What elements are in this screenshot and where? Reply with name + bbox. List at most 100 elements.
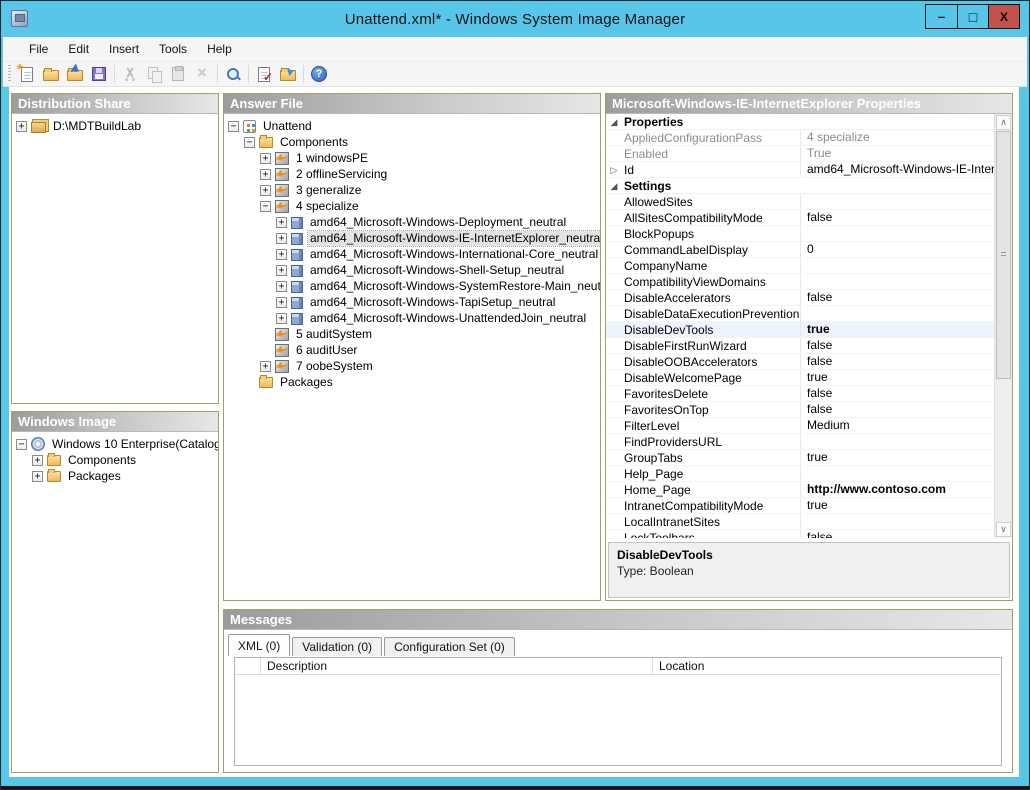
tree-item-label[interactable]: 3 generalize [294,183,363,198]
property-value[interactable] [800,274,994,289]
property-row-favoritesontop[interactable]: FavoritesOnTopfalse [606,402,994,418]
expand-plus-icon[interactable]: + [276,313,287,324]
tree-item-label[interactable]: amd64_Microsoft-Windows-TapiSetup_neutra… [308,295,557,310]
property-value[interactable] [800,258,994,273]
tree-item-amd64-microsoft-windows-ie-internetexplo[interactable]: + amd64_Microsoft-Windows-IE-InternetExpl… [224,230,600,246]
property-row-home-page[interactable]: Home_Pagehttp://www.contoso.com [606,482,994,498]
tree-item-6-audituser[interactable]: 6 auditUser [224,342,600,358]
property-row-locktoolbars[interactable]: LockToolbarsfalse [606,530,994,538]
property-row-disableoobaccelerators[interactable]: DisableOOBAcceleratorsfalse [606,354,994,370]
property-row-grouptabs[interactable]: GroupTabstrue [606,450,994,466]
open-answer-file-button[interactable] [39,62,63,86]
property-category-properties[interactable]: ◢Properties [606,114,994,130]
tree-item-label[interactable]: amd64_Microsoft-Windows-Deployment_neutr… [308,215,568,230]
tree-item-amd64-microsoft-windows-unattendedjoin-n[interactable]: + amd64_Microsoft-Windows-UnattendedJoin_… [224,310,600,326]
tree-item-amd64-microsoft-windows-systemrestore-ma[interactable]: +amd64_Microsoft-Windows-SystemRestore-M… [224,278,600,294]
property-value[interactable] [800,466,994,481]
property-row-disablewelcomepage[interactable]: DisableWelcomePagetrue [606,370,994,386]
property-row-enabled[interactable]: EnabledTrue [606,146,994,162]
property-value[interactable] [800,434,994,449]
tree-item-5-auditsystem[interactable]: 5 auditSystem [224,326,600,342]
property-value[interactable]: 4 specialize [800,130,994,145]
property-row-localintranetsites[interactable]: LocalIntranetSites [606,514,994,530]
tree-item-3-generalize[interactable]: +3 generalize [224,182,600,198]
property-value[interactable] [800,306,994,321]
property-row-blockpopups[interactable]: BlockPopups [606,226,994,242]
expand-plus-icon[interactable]: + [260,185,271,196]
property-category-settings[interactable]: ◢Settings [606,178,994,194]
tree-item-label[interactable]: amd64_Microsoft-Windows-IE-InternetExplo… [308,231,600,246]
tree-item-packages[interactable]: +Packages [12,468,218,484]
property-value[interactable]: false [800,290,994,305]
tree-item-label[interactable]: amd64_Microsoft-Windows-Shell-Setup_neut… [308,263,566,278]
new-answer-file-button[interactable] [15,62,39,86]
collapse-minus-icon[interactable]: − [244,137,255,148]
tree-item-label[interactable]: Windows 10 Enterprise(Catalog) [50,437,218,452]
minimize-button[interactable] [926,5,957,28]
property-row-disablefirstrunwizard[interactable]: DisableFirstRunWizardfalse [606,338,994,354]
property-value[interactable]: false [800,530,994,538]
property-value[interactable]: true [800,322,994,337]
menu-help[interactable]: Help [197,39,242,59]
expand-plus-icon[interactable]: + [16,121,27,132]
expand-plus-icon[interactable]: + [276,233,287,244]
property-value[interactable]: false [800,386,994,401]
tab-configuration-set-0[interactable]: Configuration Set (0) [384,637,515,656]
scrollbar-thumb[interactable] [996,131,1011,379]
tree-item-label[interactable]: amd64_Microsoft-Windows-UnattendedJoin_n… [308,311,588,326]
tree-item-amd64-microsoft-windows-tapisetup-neutra[interactable]: +amd64_Microsoft-Windows-TapiSetup_neutr… [224,294,600,310]
close-button[interactable] [988,5,1019,28]
property-row-compatibilityviewdomains[interactable]: CompatibilityViewDomains [606,274,994,290]
property-row-disableaccelerators[interactable]: DisableAcceleratorsfalse [606,290,994,306]
tree-item-label[interactable]: Unattend [261,119,314,134]
property-row-companyname[interactable]: CompanyName [606,258,994,274]
property-value[interactable]: true [800,370,994,385]
property-value[interactable] [800,194,994,209]
menu-edit[interactable]: Edit [58,39,99,59]
property-row-filterlevel[interactable]: FilterLevelMedium [606,418,994,434]
tree-item-label[interactable]: 5 auditSystem [294,327,374,342]
tree-item-windows-10-enterprise-catalog[interactable]: −Windows 10 Enterprise(Catalog) [12,436,218,452]
menu-file[interactable]: File [19,39,58,59]
expand-plus-icon[interactable]: + [260,153,271,164]
tree-item-label[interactable]: 6 auditUser [294,343,359,358]
tree-item-amd64-microsoft-windows-deployment-neutr[interactable]: + amd64_Microsoft-Windows-Deployment_neut… [224,214,600,230]
tree-item-label[interactable]: D:\MDTBuildLab [51,119,143,134]
expand-plus-icon[interactable]: + [260,361,271,372]
menu-tools[interactable]: Tools [149,39,197,59]
help-button[interactable]: ? [307,62,331,86]
expand-plus-icon[interactable]: + [276,217,287,228]
category-collapse-icon[interactable]: ◢ [606,178,622,194]
tree-item-amd64-microsoft-windows-international-co[interactable]: +amd64_Microsoft-Windows-International-C… [224,246,600,262]
open-distribution-share-button[interactable] [63,62,87,86]
property-value[interactable]: amd64_Microsoft-Windows-IE-InternetEx [800,162,994,177]
collapse-minus-icon[interactable]: − [260,201,271,212]
property-value[interactable]: true [800,450,994,465]
tab-xml-0[interactable]: XML (0) [228,634,290,656]
property-row-commandlabeldisplay[interactable]: CommandLabelDisplay0 [606,242,994,258]
tab-validation-0[interactable]: Validation (0) [292,637,382,656]
property-row-help-page[interactable]: Help_Page [606,466,994,482]
collapse-minus-icon[interactable]: − [228,121,239,132]
property-value[interactable] [800,514,994,529]
property-grid-scrollbar[interactable]: ∧ ∨ [994,114,1012,538]
property-row-findprovidersurl[interactable]: FindProvidersURL [606,434,994,450]
row-expand-icon[interactable]: ▷ [606,162,622,178]
expand-plus-icon[interactable]: + [260,169,271,180]
create-configuration-set-button[interactable] [276,62,300,86]
expand-plus-icon[interactable]: + [276,249,287,260]
tree-item-label[interactable]: Components [66,453,138,468]
property-value[interactable]: Medium [800,418,994,433]
tree-item-label[interactable]: Packages [66,469,123,484]
save-answer-file-button[interactable] [87,62,111,86]
tree-item-label[interactable]: 4 specialize [294,199,361,214]
find-button[interactable] [221,62,245,86]
tree-item-7-oobesystem[interactable]: +7 oobeSystem [224,358,600,374]
tree-item-packages[interactable]: Packages [224,374,600,390]
tree-item-1-windowspe[interactable]: +1 windowsPE [224,150,600,166]
maximize-button[interactable] [957,5,988,28]
property-row-disabledevtools[interactable]: DisableDevToolstrue [606,322,994,338]
property-value[interactable]: 0 [800,242,994,257]
tree-item-label[interactable]: 7 oobeSystem [294,359,375,374]
expand-plus-icon[interactable]: + [276,281,287,292]
